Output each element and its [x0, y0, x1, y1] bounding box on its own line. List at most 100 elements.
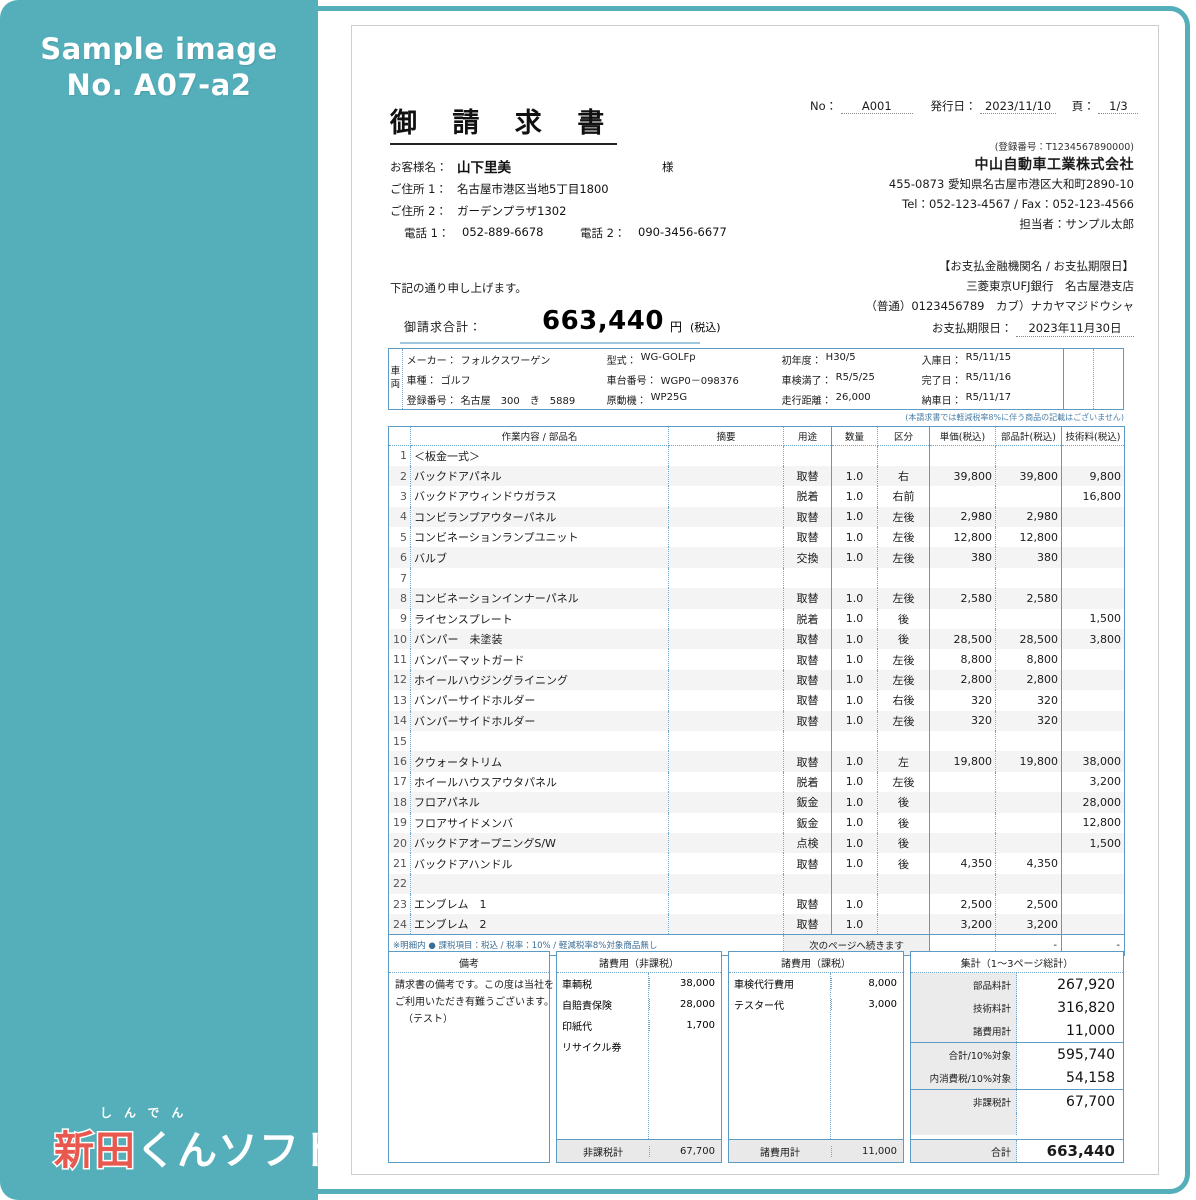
summary-row: 内消費税/10%対象 54,158 — [911, 1066, 1123, 1089]
table-row[interactable]: 6 バルブ 交換 1.0 左後 380 380 — [388, 547, 1125, 568]
summary-row-value: 316,820 — [1057, 999, 1115, 1016]
logo-red-text: 新田 — [53, 1127, 137, 1176]
table-row[interactable]: 13 バンパーサイドホルダー 取替 1.0 右後 320 320 — [388, 690, 1125, 711]
cell-tech-fee: 3,200 — [1089, 775, 1122, 789]
table-row[interactable]: 19 フロアサイドメンバ 鈑金 1.0 後 12,800 — [388, 812, 1125, 833]
cell-item-name: バンパーサイドホルダー — [410, 710, 669, 731]
table-row[interactable]: 18 フロアパネル 鈑金 1.0 後 28,000 — [388, 792, 1125, 813]
table-row[interactable]: 20 バックドアオープニングS/W 点検 1.0 後 1,500 — [388, 832, 1125, 854]
tax-total-label: 諸費用計 — [760, 1147, 800, 1159]
nontax-fee-name: 自賠責保険 — [562, 1001, 612, 1012]
nontax-fee-row: 自賠責保険 28,000 — [557, 994, 721, 1015]
customer-tel1-label: 電話 1： — [404, 226, 450, 240]
cell-remark — [668, 812, 784, 833]
cell-item-name: バックドアハンドル — [410, 853, 669, 874]
invoice-page: 御 請 求 書 No： A001 発行日： 2023/11/10 頁： 1/3 … — [351, 25, 1159, 1175]
col-header-tech: 技術料(税込) — [1061, 426, 1125, 446]
nontax-fee-amount: 28,000 — [649, 999, 721, 1010]
table-row[interactable]: 24 エンブレム 2 取替 1.0 3,200 3,200 — [388, 914, 1125, 935]
invoice-no-label: No： — [810, 99, 838, 113]
table-row[interactable]: 2 バックドアパネル 取替 1.0 右 39,800 39,800 9,800 — [388, 465, 1125, 487]
cell-item-name: ＜板金一式＞ — [410, 445, 669, 466]
table-row[interactable]: 17 ホイールハウスアウタパネル 脱着 1.0 左後 3,200 — [388, 771, 1125, 793]
cell-tech-fee: 28,000 — [1061, 792, 1125, 813]
cell-use: 点検 — [783, 832, 832, 854]
table-row[interactable]: 3 バックドアウィンドウガラス 脱着 1.0 右前 16,800 — [388, 486, 1125, 507]
table-row[interactable]: 22 — [388, 873, 1125, 895]
cell-quantity: 1.0 — [831, 771, 878, 793]
table-row[interactable]: 16 クウォータトリム 取替 1.0 左 19,800 19,800 38,000 — [388, 751, 1125, 772]
cell-tech-fee — [1062, 649, 1125, 669]
cell-tech-fee — [1061, 669, 1125, 691]
invoice-meta-row: No： A001 発行日： 2023/11/10 頁： 1/3 — [810, 98, 1139, 114]
company-name: 中山自動車工業株式会社 — [974, 157, 1134, 173]
cell-tech-fee: 1,500 — [1061, 832, 1125, 854]
cell-row-number: 15 — [388, 730, 411, 752]
cell-division: 左後 — [877, 771, 930, 793]
banner-title: Sample image — [40, 32, 278, 66]
table-row[interactable]: 11 バンパーマットガード 取替 1.0 左後 8,800 8,800 — [388, 649, 1125, 670]
table-row[interactable]: 23 エンブレム 1 取替 1.0 2,500 2,500 — [388, 894, 1125, 915]
tax-fee-amount: 8,000 — [831, 978, 903, 989]
table-row[interactable]: 9 ライセンスプレート 脱着 1.0 後 1,500 — [388, 608, 1125, 630]
customer-tel2-label: 電話 2： — [580, 226, 626, 240]
summary-row-label: 技術料計 — [911, 996, 1017, 1019]
cell-quantity: 1.0 — [831, 547, 878, 568]
summary-row: 部品料計 267,920 — [911, 973, 1123, 996]
vehicle-side-label: 車 両 — [389, 349, 403, 409]
nontax-fee-row: リサイクル券 — [557, 1036, 721, 1057]
company-registration: (登録番号：T1234567890000) — [994, 142, 1134, 153]
table-row[interactable]: 7 — [388, 567, 1125, 589]
cell-remark — [668, 730, 784, 752]
nontax-fee-name: 印紙代 — [562, 1022, 592, 1033]
summary-row-label: 非課税計 — [911, 1090, 1017, 1113]
cell-quantity: 1.0 — [831, 669, 878, 691]
remarks-line: 請求書の備考です。この度は当社を — [395, 980, 554, 991]
cell-remark — [668, 669, 784, 691]
cell-row-number: 24 — [388, 914, 411, 935]
cell-parts-total — [995, 771, 1062, 793]
table-body: 1 ＜板金一式＞ 2 バックドアパネル 取替 1.0 右 39,800 39,800 9,800 3… — [388, 445, 1125, 935]
cell-parts-total: 19,800 — [995, 751, 1062, 772]
table-row[interactable]: 12 ホイールハウジングライニング 取替 1.0 左後 2,800 2,800 — [388, 669, 1125, 691]
cell-unit-price — [929, 608, 996, 630]
cell-row-number: 19 — [388, 812, 411, 833]
nontax-fees-box: 諸費用（非課税） 車輌税 38,000 自賠責保険 28,000 印紙代 1,700 リサイ… — [556, 951, 722, 1163]
table-row[interactable]: 8 コンビネーションインナーパネル 取替 1.0 左後 2,580 2,580 — [388, 588, 1125, 609]
cell-item-name: エンブレム 1 — [410, 894, 669, 915]
cell-parts-total: 39,800 — [995, 465, 1062, 487]
table-row[interactable]: 15 — [388, 730, 1125, 752]
cell-use: 取替 — [783, 465, 832, 487]
cell-division: 左 — [877, 751, 930, 772]
payment-account: （普通）0123456789 カブ）ナカヤマジドウシャ — [865, 299, 1134, 313]
summary-row-value: 11,000 — [1066, 1022, 1115, 1039]
cell-division: 後 — [877, 832, 930, 854]
table-row[interactable]: 14 バンパーサイドホルダー 取替 1.0 左後 320 320 — [388, 710, 1125, 731]
cell-use: 脱着 — [783, 608, 832, 630]
table-row[interactable]: 4 コンビランプアウターパネル 取替 1.0 左後 2,980 2,980 — [388, 506, 1125, 528]
col-header-div: 区分 — [877, 426, 930, 446]
vehicle-field: 入庫日： R5/11/15 — [921, 351, 1012, 367]
cell-row-number: 5 — [388, 527, 411, 548]
total-tax-note: (税込) — [690, 321, 721, 334]
cell-tech-fee: 38,000 — [1061, 751, 1125, 772]
sample-banner: Sample image No. A07-a2 しんでん 新田くんソフト — [0, 0, 340, 1200]
cell-parts-total — [995, 792, 1062, 813]
cell-tech-fee: 3,800 — [1061, 629, 1125, 650]
table-row[interactable]: 5 コンビネーションランプユニット 取替 1.0 左後 12,800 12,800 — [388, 527, 1125, 548]
page-title: 御 請 求 書 — [390, 101, 618, 145]
cell-item-name: バックドアパネル — [410, 465, 669, 487]
tax-fee-row: テスター代 3,000 — [729, 994, 903, 1015]
cell-parts-total: 320 — [995, 690, 1062, 711]
cell-remark — [668, 894, 784, 915]
cell-quantity: 1.0 — [831, 812, 878, 833]
cell-tech-fee — [1062, 527, 1125, 547]
summary-row-label: 合計/10%対象 — [911, 1043, 1017, 1066]
table-row[interactable]: 1 ＜板金一式＞ — [388, 445, 1125, 466]
cell-parts-total — [995, 730, 1062, 752]
customer-tel2-value: 090-3456-6677 — [638, 225, 727, 239]
cell-remark — [668, 771, 784, 793]
table-row[interactable]: 10 バンパー 未塗装 取替 1.0 後 28,500 28,500 3,800 — [388, 629, 1125, 650]
table-row[interactable]: 21 バックドアハンドル 取替 1.0 後 4,350 4,350 — [388, 853, 1125, 874]
cell-tech-fee — [1062, 568, 1125, 588]
